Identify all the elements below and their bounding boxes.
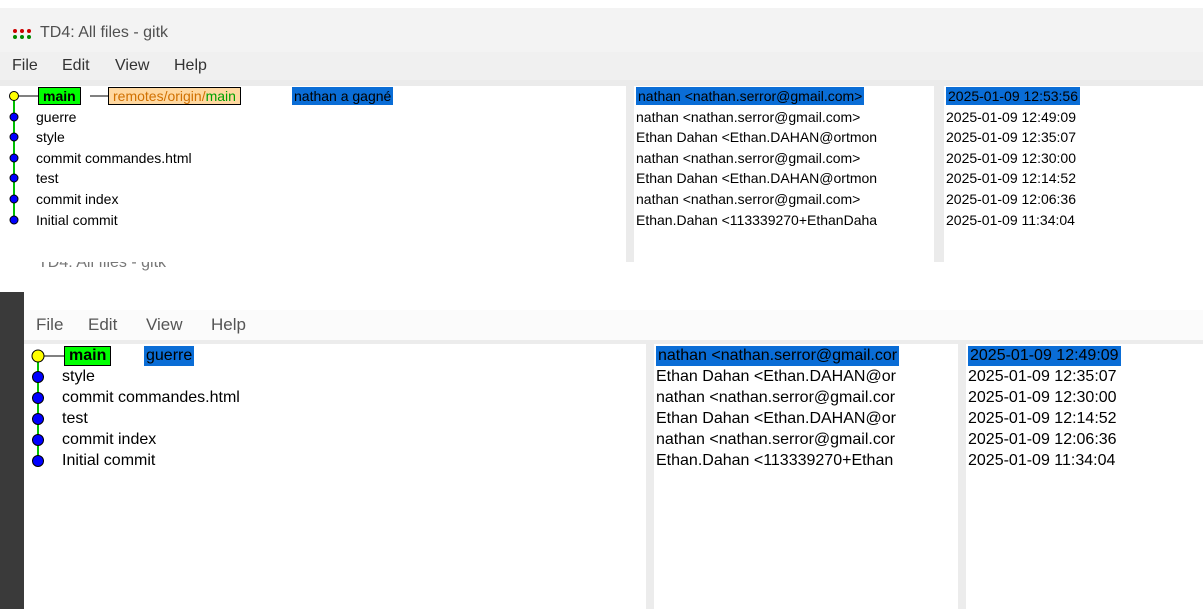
author-cell[interactable]: Ethan.Dahan <113339270+EthanDaha (636, 211, 877, 229)
date-cell[interactable]: 2025-01-09 11:34:04 (946, 211, 1075, 229)
background-desktop-edge (0, 292, 24, 609)
author-cell[interactable]: Ethan Dahan <Ethan.DAHAN@ortmon (636, 169, 877, 187)
commit-message[interactable]: commit index (62, 430, 156, 450)
author-cell[interactable]: nathan <nathan.serror@gmail.com> (636, 149, 860, 167)
tag-connector (90, 95, 108, 97)
remote-branch: main (205, 88, 236, 104)
window-title: TD4: All files - gitk (38, 262, 167, 271)
menu-file[interactable]: File (36, 315, 63, 335)
commit-dot (32, 455, 44, 467)
author-cell[interactable]: Ethan Dahan <Ethan.DAHAN@or (656, 409, 896, 429)
menu-help[interactable]: Help (211, 315, 246, 335)
commit-list-panes: main remotes/origin/main nathan a gagné … (0, 80, 1203, 262)
author-cell-selected[interactable]: nathan <nathan.serror@gmail.cor (656, 346, 900, 366)
commit-message[interactable]: test (36, 169, 59, 187)
date-pane[interactable]: 2025-01-09 12:49:09 2025-01-09 12:35:07 … (966, 344, 1203, 609)
date-cell[interactable]: 2025-01-09 12:35:07 (968, 367, 1117, 387)
remote-branch-tag[interactable]: remotes/origin/main (108, 87, 241, 105)
menu-edit[interactable]: Edit (62, 56, 90, 76)
menu-bar: File Edit View Help (0, 52, 1203, 80)
commit-dot (9, 215, 19, 225)
commit-dot (9, 153, 19, 163)
commit-message-selected[interactable]: nathan a gagné (292, 87, 394, 105)
date-cell[interactable]: 2025-01-09 12:06:36 (968, 430, 1117, 450)
branch-tag-main[interactable]: main (64, 346, 112, 366)
author-cell-selected[interactable]: nathan <nathan.serror@gmail.com> (636, 87, 865, 105)
title-bar-partial: TD4: All files - gitk (0, 262, 1203, 288)
menu-bar: File Edit View Help (24, 310, 1203, 340)
gitk-app-icon (13, 29, 31, 39)
commit-dot (9, 132, 19, 142)
commit-list-panes: main guerre style commit commandes.html … (24, 340, 1203, 609)
author-cell[interactable]: nathan <nathan.serror@gmail.cor (656, 388, 895, 408)
menu-help[interactable]: Help (174, 56, 207, 76)
branch-tag-main[interactable]: main (38, 87, 81, 105)
commit-dot (32, 434, 44, 446)
window-title: TD4: All files - gitk (40, 24, 169, 41)
head-commit-dot (9, 91, 19, 101)
author-cell[interactable]: Ethan Dahan <Ethan.DAHAN@or (656, 367, 896, 387)
title-bar: TD4: All files - gitk (0, 8, 1203, 52)
commit-graph (9, 91, 38, 225)
date-cell-selected[interactable]: 2025-01-09 12:49:09 (968, 346, 1121, 366)
date-cell[interactable]: 2025-01-09 12:06:36 (946, 190, 1076, 208)
commit-dot (9, 112, 19, 122)
commit-message[interactable]: commit commandes.html (36, 149, 192, 167)
commit-message[interactable]: style (36, 128, 65, 146)
remote-prefix: remotes/origin/ (113, 88, 206, 104)
menu-view[interactable]: View (115, 56, 149, 76)
commit-message-selected[interactable]: guerre (144, 346, 195, 366)
menu-view[interactable]: View (146, 315, 183, 335)
head-commit-dot (31, 349, 45, 363)
commit-graph-pane[interactable]: main remotes/origin/main nathan a gagné … (0, 86, 626, 262)
commit-dot (32, 371, 44, 383)
commit-message[interactable]: guerre (36, 108, 76, 126)
commit-message[interactable]: commit commandes.html (62, 388, 240, 408)
author-cell[interactable]: Ethan Dahan <Ethan.DAHAN@ortmon (636, 128, 877, 146)
commit-dot (32, 413, 44, 425)
date-cell-selected[interactable]: 2025-01-09 12:53:56 (946, 87, 1080, 105)
date-cell[interactable]: 2025-01-09 11:34:04 (968, 451, 1115, 471)
commit-message[interactable]: test (62, 409, 88, 429)
date-cell[interactable]: 2025-01-09 12:35:07 (946, 128, 1076, 146)
commit-message[interactable]: Initial commit (62, 451, 155, 471)
author-cell[interactable]: Ethan.Dahan <113339270+Ethan (656, 451, 893, 471)
date-cell[interactable]: 2025-01-09 12:14:52 (946, 169, 1076, 187)
date-cell[interactable]: 2025-01-09 12:30:00 (968, 388, 1117, 408)
gitk-window-bottom: TD4: All files - gitk File Edit View Hel… (0, 262, 1203, 609)
author-pane[interactable]: nathan <nathan.serror@gmail.com> nathan … (634, 86, 934, 262)
author-cell[interactable]: nathan <nathan.serror@gmail.com> (636, 190, 860, 208)
date-pane[interactable]: 2025-01-09 12:53:56 2025-01-09 12:49:09 … (944, 86, 1203, 262)
commit-message[interactable]: style (62, 367, 95, 387)
commit-message[interactable]: commit index (36, 190, 118, 208)
commit-message[interactable]: Initial commit (36, 211, 118, 229)
date-cell[interactable]: 2025-01-09 12:30:00 (946, 149, 1076, 167)
menu-edit[interactable]: Edit (88, 315, 117, 335)
date-cell[interactable]: 2025-01-09 12:14:52 (968, 409, 1117, 429)
gitk-window-top: TD4: All files - gitk File Edit View Hel… (0, 0, 1203, 262)
menu-file[interactable]: File (12, 56, 38, 76)
date-cell[interactable]: 2025-01-09 12:49:09 (946, 108, 1076, 126)
commit-dot (9, 194, 19, 204)
author-cell[interactable]: nathan <nathan.serror@gmail.cor (656, 430, 895, 450)
commit-graph-pane[interactable]: main guerre style commit commandes.html … (24, 344, 646, 609)
commit-dot (32, 392, 44, 404)
commit-dot (9, 173, 19, 183)
author-cell[interactable]: nathan <nathan.serror@gmail.com> (636, 108, 860, 126)
author-pane[interactable]: nathan <nathan.serror@gmail.cor Ethan Da… (654, 344, 958, 609)
